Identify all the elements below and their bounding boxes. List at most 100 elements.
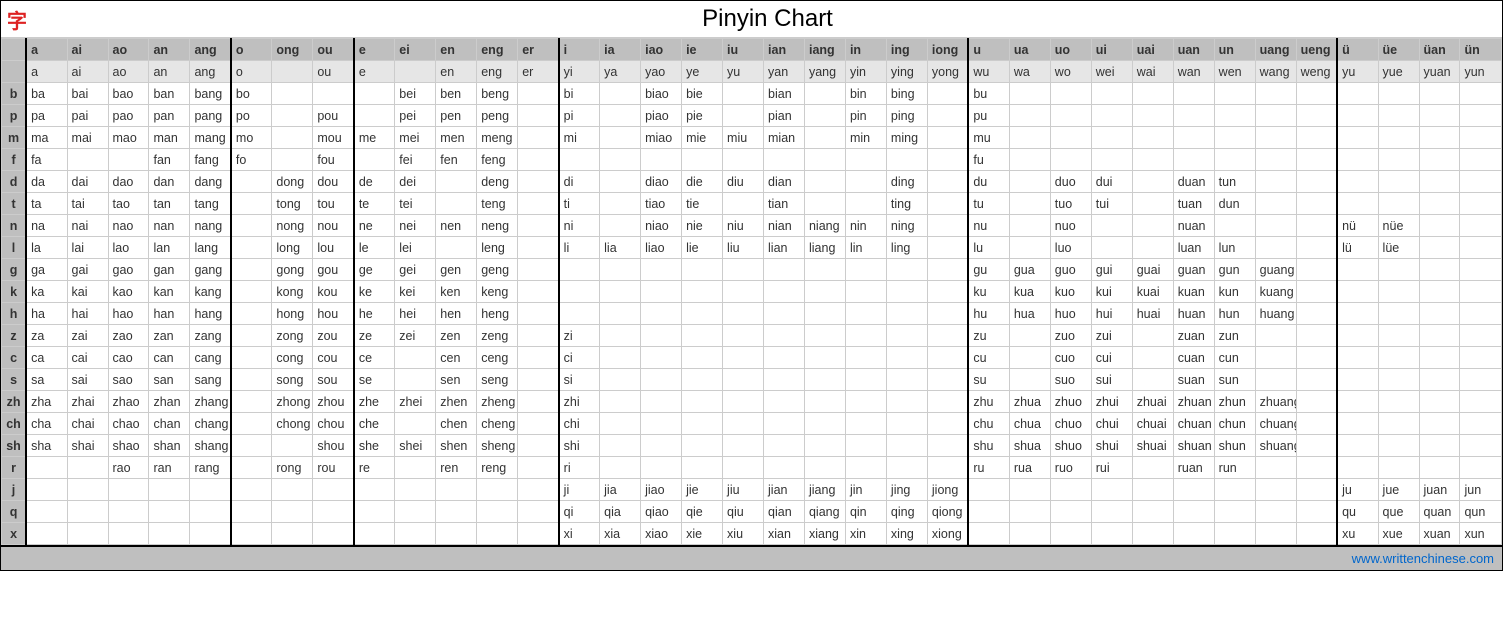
syllable-cell (1050, 105, 1091, 127)
syllable-cell: nu (968, 215, 1009, 237)
syllable-cell: qing (886, 501, 927, 523)
syllable-cell: pao (108, 105, 149, 127)
final-header: ueng (1296, 39, 1337, 61)
syllable-cell (1296, 435, 1337, 457)
syllable-cell: cen (436, 347, 477, 369)
syllable-cell: suo (1050, 369, 1091, 391)
syllable-cell (1460, 413, 1502, 435)
syllable-cell (804, 105, 845, 127)
syllable-cell (354, 479, 395, 501)
syllable-cell: huan (1173, 303, 1214, 325)
syllable-cell: mian (764, 127, 805, 149)
syllable-cell: he (354, 303, 395, 325)
syllable-cell (1378, 391, 1419, 413)
final-header: üe (1378, 39, 1419, 61)
syllable-cell: pin (845, 105, 886, 127)
syllable-cell: nai (67, 215, 108, 237)
syllable-cell: fei (395, 149, 436, 171)
syllable-cell: zhou (313, 391, 354, 413)
table-row: ttataitaotantangtongtouteteitengtitiaoti… (2, 193, 1502, 215)
syllable-cell: nan (149, 215, 190, 237)
syllable-cell (1337, 149, 1378, 171)
syllable-cell: shao (108, 435, 149, 457)
syllable-cell: o (231, 61, 272, 83)
syllable-cell (395, 369, 436, 391)
syllable-cell (886, 259, 927, 281)
syllable-cell (1132, 171, 1173, 193)
syllable-cell: luan (1173, 237, 1214, 259)
syllable-cell: wan (1173, 61, 1214, 83)
syllable-cell: lai (67, 237, 108, 259)
syllable-cell (845, 281, 886, 303)
syllable-cell: ke (354, 281, 395, 303)
syllable-cell (804, 435, 845, 457)
syllable-cell (1255, 369, 1296, 391)
syllable-cell: run (1214, 457, 1255, 479)
syllable-cell (600, 347, 641, 369)
syllable-cell (67, 149, 108, 171)
syllable-cell: bei (395, 83, 436, 105)
syllable-cell: zhuan (1173, 391, 1214, 413)
table-row: ccacaicaocancangcongcoucecencengcicucuoc… (2, 347, 1502, 369)
syllable-cell (723, 369, 764, 391)
syllable-cell: lu (968, 237, 1009, 259)
syllable-cell (1337, 347, 1378, 369)
syllable-cell: zhao (108, 391, 149, 413)
syllable-cell (927, 127, 968, 149)
syllable-cell: huai (1132, 303, 1173, 325)
syllable-cell (1255, 237, 1296, 259)
syllable-cell (886, 435, 927, 457)
syllable-cell (1378, 413, 1419, 435)
logo-character: 字 (1, 3, 33, 36)
final-header: ua (1009, 39, 1050, 61)
syllable-cell: ru (968, 457, 1009, 479)
syllable-cell (1378, 149, 1419, 171)
syllable-cell (845, 435, 886, 457)
syllable-cell (845, 391, 886, 413)
syllable-cell: duan (1173, 171, 1214, 193)
syllable-cell: qun (1460, 501, 1502, 523)
syllable-cell (804, 127, 845, 149)
syllable-cell: bing (886, 83, 927, 105)
syllable-cell: suan (1173, 369, 1214, 391)
syllable-cell (804, 83, 845, 105)
syllable-cell: chui (1091, 413, 1132, 435)
syllable-cell (927, 149, 968, 171)
syllable-cell (1419, 215, 1460, 237)
syllable-cell (1337, 369, 1378, 391)
syllable-cell: luo (1050, 237, 1091, 259)
syllable-cell: chong (272, 413, 313, 435)
syllable-cell (1214, 149, 1255, 171)
syllable-cell: zhong (272, 391, 313, 413)
syllable-cell (518, 281, 559, 303)
final-header: üan (1419, 39, 1460, 61)
syllable-cell (723, 105, 764, 127)
syllable-cell (1255, 149, 1296, 171)
syllable-cell (1091, 215, 1132, 237)
syllable-cell: lia (600, 237, 641, 259)
syllable-cell: jiao (641, 479, 682, 501)
syllable-cell (845, 149, 886, 171)
syllable-cell (1009, 501, 1050, 523)
syllable-cell: she (354, 435, 395, 457)
syllable-cell: rui (1091, 457, 1132, 479)
syllable-cell: chan (149, 413, 190, 435)
syllable-cell (1296, 127, 1337, 149)
syllable-cell (845, 193, 886, 215)
syllable-cell: xi (559, 523, 600, 545)
syllable-cell (518, 457, 559, 479)
syllable-cell (559, 281, 600, 303)
footer-link[interactable]: www.writtenchinese.com (1352, 551, 1494, 566)
syllable-cell: cu (968, 347, 1009, 369)
syllable-cell (395, 457, 436, 479)
syllable-cell (272, 523, 313, 545)
syllable-cell (1255, 83, 1296, 105)
syllable-cell (1255, 347, 1296, 369)
syllable-cell (231, 391, 272, 413)
syllable-cell (1132, 369, 1173, 391)
syllable-cell: diu (723, 171, 764, 193)
syllable-cell: qin (845, 501, 886, 523)
syllable-cell (1460, 193, 1502, 215)
syllable-cell: kai (67, 281, 108, 303)
syllable-cell (354, 523, 395, 545)
